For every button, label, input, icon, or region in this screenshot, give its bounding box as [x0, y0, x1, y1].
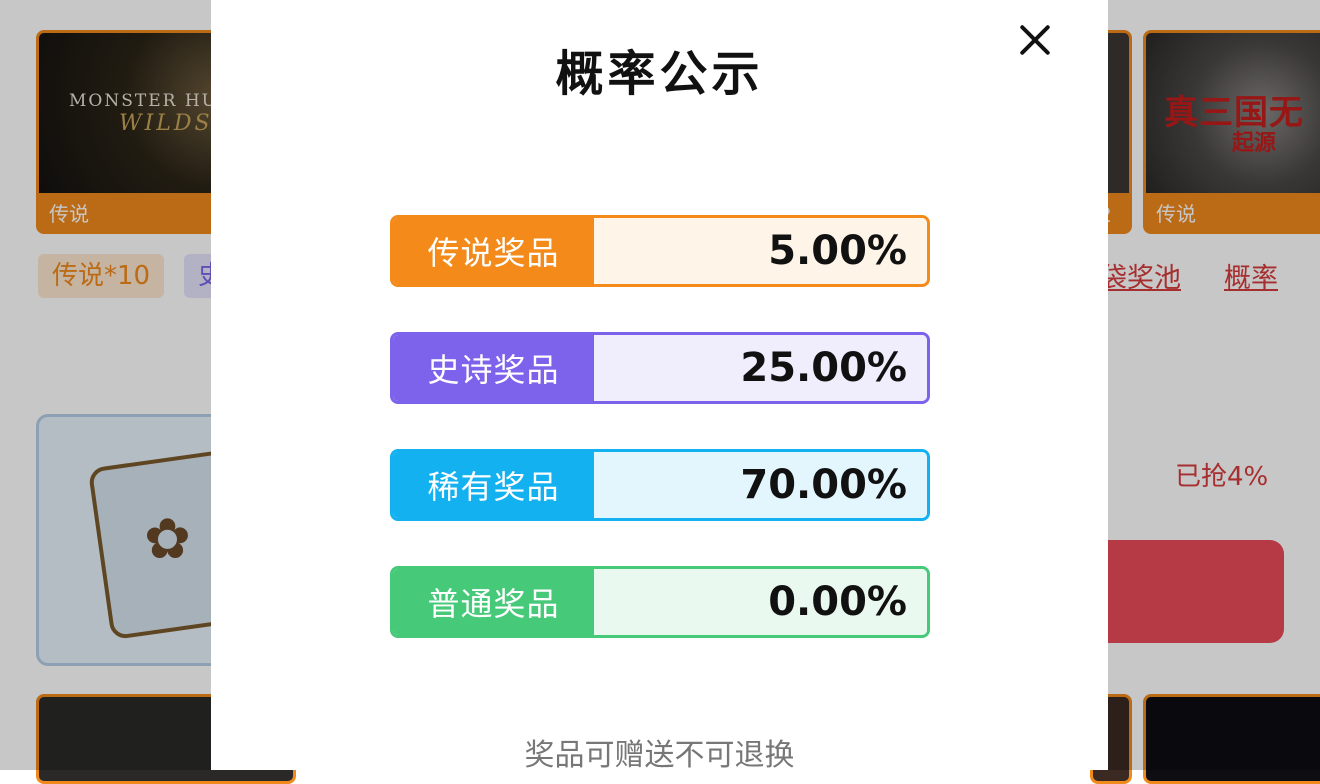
modal-title: 概率公示 — [555, 46, 764, 102]
rarity-probability: 70.00% — [594, 452, 927, 518]
probability-row-epic: 史诗奖品 25.00% — [390, 332, 930, 404]
rarity-label: 普通奖品 — [393, 569, 594, 635]
probability-row-legendary: 传说奖品 5.00% — [390, 215, 930, 287]
prize-note: 奖品可赠送不可退换 — [524, 738, 795, 773]
rarity-label: 稀有奖品 — [393, 452, 594, 518]
rarity-probability: 25.00% — [594, 335, 927, 401]
rarity-probability: 0.00% — [594, 569, 927, 635]
rarity-probability: 5.00% — [594, 218, 927, 284]
probability-row-common: 普通奖品 0.00% — [390, 566, 930, 638]
probability-row-rare: 稀有奖品 70.00% — [390, 449, 930, 521]
close-icon[interactable] — [1017, 22, 1053, 58]
probability-modal: 概率公示 传说奖品 5.00% 史诗奖品 25.00% 稀有奖品 70.00% … — [211, 0, 1108, 773]
rarity-label: 传说奖品 — [393, 218, 594, 284]
rarity-label: 史诗奖品 — [393, 335, 594, 401]
